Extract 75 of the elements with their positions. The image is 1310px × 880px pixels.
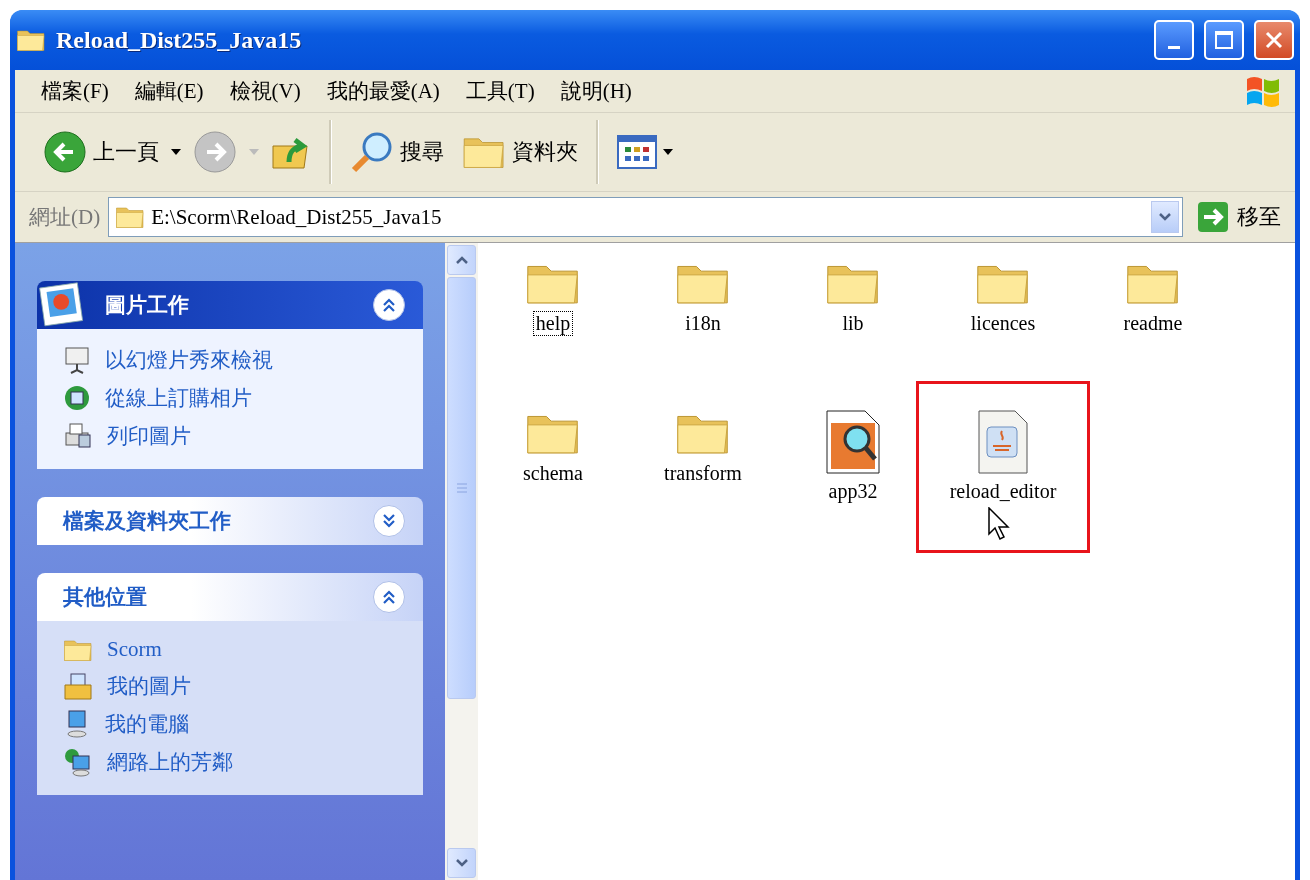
network-computers-icon: [63, 746, 93, 777]
printer-icon: [63, 421, 93, 451]
scroll-thumb[interactable]: [447, 277, 476, 699]
caret-icon: [249, 149, 259, 155]
file-name[interactable]: app32: [825, 479, 881, 504]
java-file-icon: [975, 409, 1031, 475]
minimize-icon: [1168, 45, 1180, 49]
file-name[interactable]: lib: [839, 310, 867, 336]
task-link[interactable]: 我的圖片: [63, 670, 403, 701]
task-link[interactable]: 從線上訂購相片: [63, 383, 403, 413]
task-link[interactable]: 我的電腦: [63, 708, 403, 739]
menu-item[interactable]: 我的最愛(A): [314, 77, 454, 105]
maximize-button[interactable]: [1204, 20, 1244, 60]
minimize-button[interactable]: [1154, 20, 1194, 60]
search-button[interactable]: 搜尋: [344, 126, 450, 178]
window-folder-icon: [16, 27, 46, 53]
photo-frame-icon: [39, 282, 85, 328]
collapse-icon: [381, 297, 397, 313]
task-link[interactable]: Scorm: [63, 637, 403, 663]
menu-item[interactable]: 檔案(F): [29, 77, 123, 105]
panel-header[interactable]: 其他位置: [37, 573, 423, 621]
task-link[interactable]: 網路上的芳鄰: [63, 746, 403, 777]
close-button[interactable]: [1254, 20, 1294, 60]
address-label: 網址(D): [29, 204, 101, 231]
file-name[interactable]: help: [532, 310, 574, 336]
globe-photo-icon: [63, 383, 91, 413]
scroll-up-button[interactable]: [447, 245, 476, 275]
caret-icon: [663, 149, 673, 155]
menu-item[interactable]: 工具(T): [453, 77, 549, 105]
mouse-cursor-icon: [988, 507, 1010, 541]
file-name[interactable]: readme: [1120, 310, 1186, 336]
file-name[interactable]: licences: [967, 310, 1039, 336]
menu-item[interactable]: 說明(H): [548, 77, 646, 105]
view-grid-icon: [617, 135, 657, 169]
chevron-up-icon: [454, 255, 469, 265]
windows-flag-icon: [1245, 75, 1281, 107]
scroll-down-button[interactable]: [447, 848, 476, 878]
close-icon: [1264, 30, 1284, 50]
window-title: Reload_Dist255_Java15: [56, 26, 303, 54]
file-name[interactable]: reload_editor: [946, 479, 1060, 504]
menu-item[interactable]: 檢視(V): [217, 77, 315, 105]
collapse-button[interactable]: [373, 581, 405, 613]
folder-icon: [115, 204, 146, 230]
task-link[interactable]: 列印圖片: [63, 421, 403, 451]
picture-folder-icon: [63, 670, 93, 701]
folder-icon: [63, 637, 93, 663]
address-field[interactable]: E:\Scorm\Reload_Dist255_Java15: [108, 197, 1183, 237]
collapse-button[interactable]: [373, 289, 405, 321]
panel-title: 圖片工作: [105, 292, 190, 319]
file-name[interactable]: i18n: [682, 310, 724, 336]
file-name[interactable]: schema: [520, 460, 586, 486]
application-icon: [825, 409, 881, 475]
address-dropdown-button[interactable]: [1151, 201, 1179, 233]
collapse-icon: [381, 589, 397, 605]
projector-screen-icon: [63, 345, 91, 375]
folders-button[interactable]: 資料夾: [456, 129, 584, 175]
back-button[interactable]: 上一頁: [37, 126, 165, 178]
caret-icon: [171, 149, 181, 155]
menu-item[interactable]: 編輯(E): [122, 77, 218, 105]
expand-button[interactable]: [373, 505, 405, 537]
grip-icon: [455, 483, 468, 493]
search-icon: [350, 130, 394, 174]
scrollbar[interactable]: [445, 243, 478, 880]
expand-icon: [381, 513, 397, 529]
go-button[interactable]: 移至: [1191, 201, 1287, 233]
panel-title: 其他位置: [63, 584, 148, 611]
panel-header[interactable]: 圖片工作: [37, 281, 423, 329]
chevron-down-icon: [1158, 212, 1172, 222]
maximize-icon: [1214, 30, 1234, 50]
address-text: E:\Scorm\Reload_Dist255_Java15: [151, 204, 443, 230]
panel-header[interactable]: 檔案及資料夾工作: [37, 497, 423, 545]
chevron-down-icon: [454, 858, 469, 868]
file-name[interactable]: transform: [661, 460, 745, 486]
task-link[interactable]: 以幻燈片秀來檢視: [63, 345, 403, 375]
panel-title: 檔案及資料夾工作: [63, 508, 232, 535]
